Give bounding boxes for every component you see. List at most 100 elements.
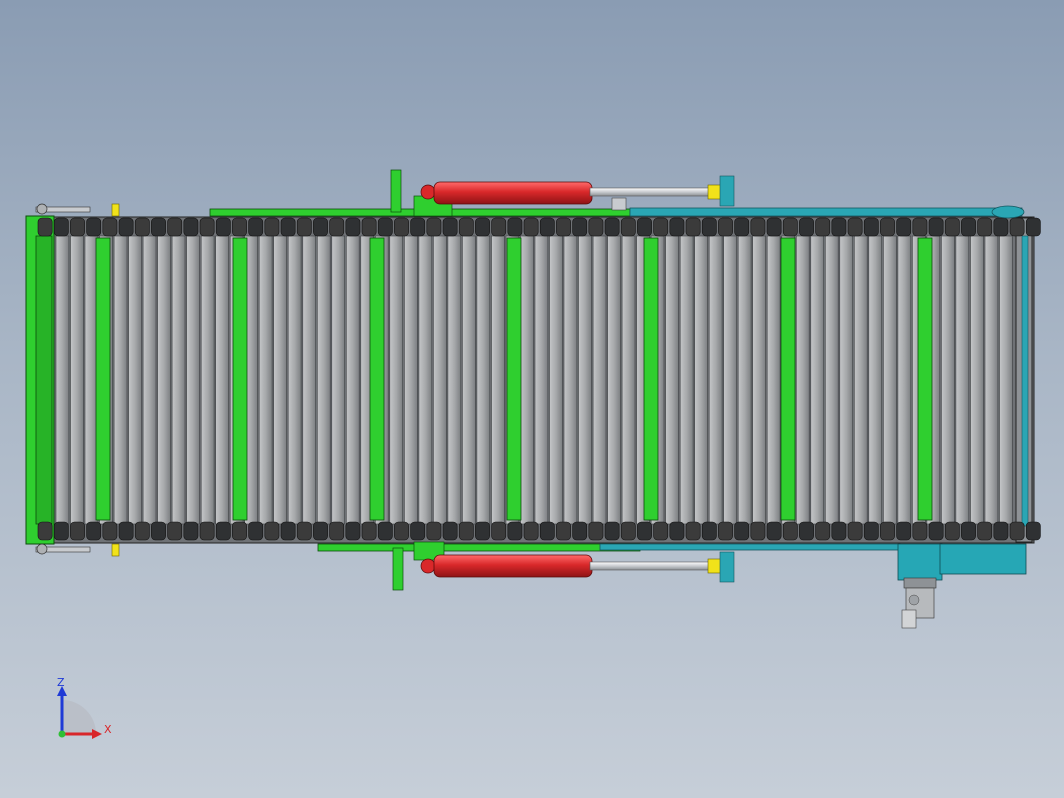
bottom-chain-link [507, 521, 523, 541]
top-chain-link [442, 217, 458, 237]
conveyor-slat [839, 235, 853, 525]
conveyor-slat [853, 235, 868, 525]
bottom-chain-link [410, 521, 426, 541]
conveyor-slat [665, 235, 679, 525]
conveyor-slat [737, 235, 752, 525]
bottom-chain-link [847, 521, 863, 541]
bottom-chain-link [377, 521, 393, 541]
bottom-chain-link [993, 521, 1009, 541]
top-chain-link [896, 217, 912, 237]
top-chain-link [118, 217, 134, 237]
green-cross-member [917, 237, 933, 521]
bottom-tension-bolt[interactable] [35, 543, 120, 557]
conveyor-model-view[interactable] [0, 0, 1064, 798]
top-side-rail-teal [629, 207, 1023, 217]
bottom-chain-link [102, 521, 118, 541]
top-chain-link [361, 217, 377, 237]
conveyor-slat [679, 235, 694, 525]
conveyor-slat [142, 235, 157, 525]
conveyor-slat [215, 235, 229, 525]
top-chain-link [718, 217, 733, 237]
conveyor-slat [186, 235, 200, 525]
top-chain-link [928, 217, 944, 237]
bottom-chain-link [863, 521, 879, 541]
bottom-chain-link [539, 521, 555, 541]
top-chain-link [377, 217, 393, 237]
bottom-chain-link [620, 521, 636, 541]
conveyor-slat [389, 235, 403, 525]
top-chain-link [426, 217, 442, 237]
top-chain-link [637, 217, 652, 237]
top-chain-link [556, 217, 571, 237]
cad-viewport[interactable]: Z X [0, 0, 1064, 798]
top-chain-link [847, 217, 863, 237]
conveyor-slat [128, 235, 142, 525]
conveyor-slat [563, 235, 578, 525]
conveyor-slat [549, 235, 563, 525]
bottom-chain-link [442, 521, 458, 541]
conveyor-slat [766, 235, 781, 525]
top-chain-link [1025, 217, 1041, 237]
bottom-chain-link [928, 521, 944, 541]
top-chain-link [831, 217, 847, 237]
conveyor-slat [418, 235, 433, 525]
bottom-chain-link [458, 521, 474, 541]
bottom-chain-link [361, 521, 377, 541]
bottom-chain-link [637, 521, 652, 541]
top-chain-link [134, 217, 150, 237]
top-chain-link [701, 217, 717, 237]
bottom-side-rail-teal [599, 543, 901, 551]
bottom-chain-link [167, 521, 183, 541]
top-chain-link [523, 217, 539, 237]
conveyor-slat [258, 235, 273, 525]
bottom-chain-link [831, 521, 847, 541]
bottom-chain-link [750, 521, 766, 541]
bottom-chain-link [977, 521, 993, 541]
bottom-chain-link [53, 521, 69, 541]
conveyor-slat [476, 235, 491, 525]
conveyor-slat [287, 235, 302, 525]
bottom-chain-link [556, 521, 571, 541]
triad-z-label: Z [57, 676, 65, 689]
bottom-chain-link [264, 521, 280, 541]
conveyor-slat [941, 235, 955, 525]
conveyor-slat [883, 235, 897, 525]
left-end-frame-inner [35, 235, 53, 525]
conveyor-slat [157, 235, 171, 525]
bottom-chain-link [588, 521, 604, 541]
conveyor-slat [534, 235, 549, 525]
top-chain-link [799, 217, 814, 237]
conveyor-slat [55, 235, 70, 525]
conveyor-slat [171, 235, 186, 525]
conveyor-slat [723, 235, 737, 525]
top-chain-link [588, 217, 604, 237]
top-chain-link [620, 217, 636, 237]
top-chain-link [37, 217, 53, 237]
bottom-chain-link [151, 521, 166, 541]
bottom-chain-link [475, 521, 490, 541]
top-chain-link [280, 217, 296, 237]
top-chain-link [766, 217, 782, 237]
top-chain-link [782, 217, 798, 237]
top-chain-link [863, 217, 879, 237]
top-chain-link [102, 217, 118, 237]
drive-motor-assembly[interactable] [897, 543, 1027, 629]
conveyor-slat [897, 235, 912, 525]
conveyor-slat [984, 235, 999, 525]
top-chain-link [167, 217, 183, 237]
conveyor-slat [970, 235, 984, 525]
bottom-chain-link [799, 521, 814, 541]
top-chain-link [734, 217, 750, 237]
bottom-chain-link [1025, 521, 1041, 541]
bottom-chain-link [734, 521, 750, 541]
top-chain-link [313, 217, 328, 237]
bottom-chain-link [215, 521, 231, 541]
bottom-chain-link [426, 521, 442, 541]
bottom-chain-link [70, 521, 85, 541]
bottom-chain-link [491, 521, 507, 541]
conveyor-slat [331, 235, 345, 525]
bottom-chain-link [815, 521, 831, 541]
top-tension-bolt[interactable] [35, 203, 120, 217]
top-chain-link [394, 217, 409, 237]
top-chain-link [1009, 217, 1025, 237]
